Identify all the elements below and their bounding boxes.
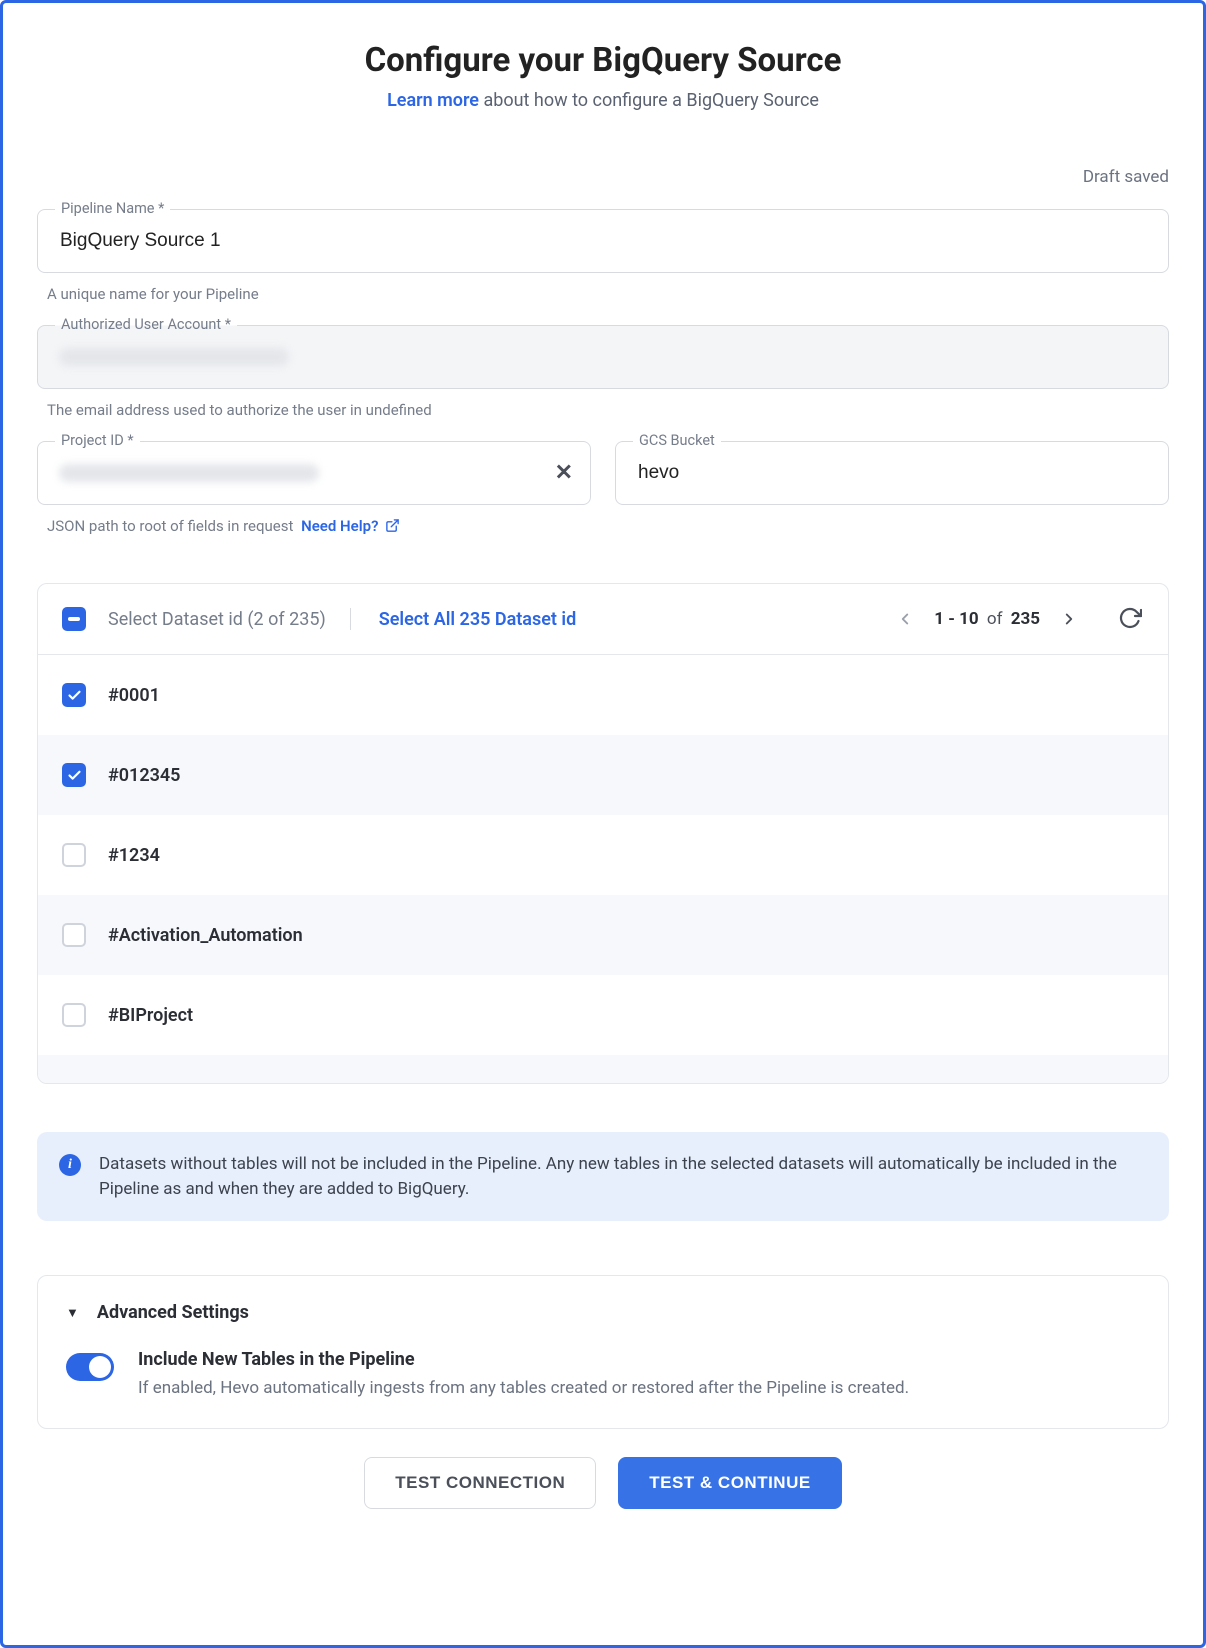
dataset-label: #1234	[108, 845, 160, 866]
dataset-label: #0001	[108, 685, 160, 706]
dataset-row[interactable]: #Activation_Automation	[38, 895, 1168, 975]
redacted-value	[59, 348, 289, 366]
dataset-label: #BIProject	[108, 1005, 193, 1026]
page-title: Configure your BigQuery Source	[37, 41, 1169, 80]
select-all-link[interactable]: Select All 235 Dataset id	[379, 609, 576, 630]
pipeline-name-helper: A unique name for your Pipeline	[47, 285, 1169, 303]
dataset-row[interactable]: #012345	[38, 735, 1168, 815]
info-banner: i Datasets without tables will not be in…	[37, 1132, 1169, 1221]
dataset-checkbox[interactable]	[62, 683, 86, 707]
dataset-checkbox[interactable]	[62, 763, 86, 787]
advanced-settings-panel: ▼ Advanced Settings Include New Tables i…	[37, 1275, 1169, 1429]
info-text: Datasets without tables will not be incl…	[99, 1152, 1147, 1201]
dataset-checkbox[interactable]	[62, 1003, 86, 1027]
footer-buttons: TEST CONNECTION TEST & CONTINUE	[37, 1457, 1169, 1509]
advanced-settings-title: Advanced Settings	[97, 1302, 249, 1323]
subtitle-text: about how to configure a BigQuery Source	[479, 90, 819, 111]
pipeline-name-label: Pipeline Name *	[55, 200, 170, 217]
dataset-row[interactable]: #BIProject	[38, 975, 1168, 1055]
page-subtitle: Learn more about how to configure a BigQ…	[37, 90, 1169, 111]
authorized-user-helper: The email address used to authorize the …	[47, 401, 1169, 419]
advanced-settings-toggle[interactable]: ▼ Advanced Settings	[66, 1302, 1140, 1323]
include-new-tables-title: Include New Tables in the Pipeline	[138, 1349, 909, 1370]
test-continue-button[interactable]: TEST & CONTINUE	[618, 1457, 841, 1509]
pager-range: 1 - 10 of 235	[934, 609, 1040, 629]
project-id-label: Project ID *	[55, 432, 140, 449]
refresh-button[interactable]	[1118, 606, 1144, 632]
dataset-header: Select Dataset id (2 of 235) Select All …	[38, 584, 1168, 655]
dataset-title: Select Dataset id (2 of 235)	[108, 609, 326, 630]
select-all-checkbox[interactable]	[62, 607, 86, 631]
project-id-helper: JSON path to root of fields in request	[47, 517, 293, 535]
gcs-bucket-input[interactable]	[615, 441, 1169, 505]
dataset-row-empty	[38, 1055, 1168, 1083]
include-new-tables-desc: If enabled, Hevo automatically ingests f…	[138, 1378, 909, 1398]
authorized-user-label: Authorized User Account *	[55, 316, 237, 333]
dataset-checkbox[interactable]	[62, 843, 86, 867]
include-new-tables-toggle[interactable]	[66, 1353, 114, 1381]
divider	[350, 608, 351, 630]
draft-saved-label: Draft saved	[37, 167, 1169, 187]
info-icon: i	[59, 1154, 81, 1176]
triangle-down-icon: ▼	[66, 1305, 79, 1321]
chevron-left-icon	[896, 610, 914, 628]
redacted-value	[59, 464, 319, 482]
dataset-label: #012345	[108, 765, 180, 786]
pager: 1 - 10 of 235	[894, 606, 1144, 632]
external-link-icon	[385, 518, 400, 533]
gcs-bucket-label: GCS Bucket	[633, 432, 721, 449]
pipeline-name-field: Pipeline Name *	[37, 209, 1169, 273]
dataset-panel: Select Dataset id (2 of 235) Select All …	[37, 583, 1169, 1084]
learn-more-link[interactable]: Learn more	[387, 90, 479, 111]
pager-prev-button[interactable]	[894, 608, 916, 630]
toggle-knob	[89, 1356, 111, 1378]
test-connection-button[interactable]: TEST CONNECTION	[364, 1457, 596, 1509]
dataset-row[interactable]: #1234	[38, 815, 1168, 895]
pipeline-name-input[interactable]	[37, 209, 1169, 273]
dataset-label: #Activation_Automation	[108, 925, 303, 946]
dataset-row[interactable]: #0001	[38, 655, 1168, 735]
dataset-checkbox[interactable]	[62, 923, 86, 947]
clear-icon[interactable]: ✕	[555, 461, 573, 486]
chevron-right-icon	[1060, 610, 1078, 628]
need-help-link[interactable]: Need Help?	[301, 517, 400, 535]
authorized-user-field: Authorized User Account *	[37, 325, 1169, 389]
refresh-icon	[1118, 606, 1142, 630]
pager-next-button[interactable]	[1058, 608, 1080, 630]
